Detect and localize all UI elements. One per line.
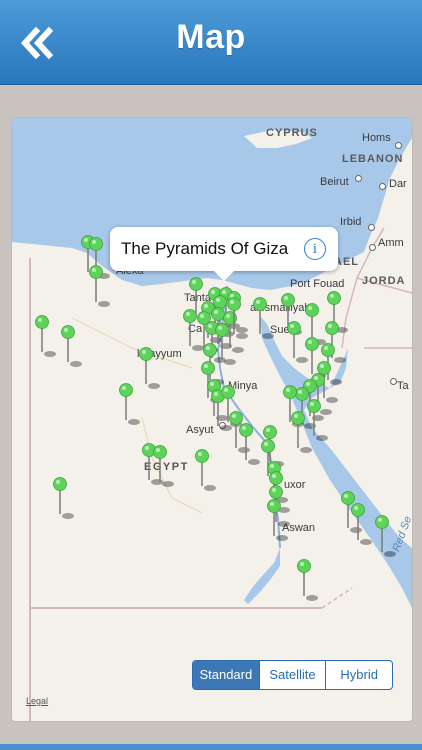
map-type-segmented-control[interactable]: Standard Satellite Hybrid (192, 660, 393, 690)
segment-hybrid[interactable]: Hybrid (325, 661, 392, 689)
map-pin[interactable] (89, 265, 111, 308)
map-pin[interactable] (351, 503, 373, 546)
map-pin[interactable] (267, 499, 289, 542)
map-pin[interactable] (253, 297, 275, 340)
map-pin[interactable] (375, 515, 397, 558)
map-pin[interactable] (195, 449, 217, 492)
map-pin[interactable] (119, 383, 141, 426)
map-pins[interactable] (12, 118, 412, 721)
legal-link[interactable]: Legal (26, 696, 48, 706)
page-title: Map (176, 18, 246, 56)
callout-title: The Pyramids Of Giza (121, 239, 289, 258)
map-pin[interactable] (287, 321, 309, 364)
map-pin[interactable] (291, 411, 313, 454)
annotation-callout[interactable]: The Pyramids Of Giza i (110, 227, 338, 281)
map-pin[interactable] (297, 559, 319, 602)
map-pin[interactable] (239, 423, 261, 466)
map-view[interactable]: CYPRUS Homs LEBANON Beirut Dar Irbid Amm… (11, 117, 413, 722)
bottom-bar (0, 744, 422, 750)
info-icon[interactable]: i (304, 238, 326, 260)
map-pin[interactable] (61, 325, 83, 368)
map-pin[interactable] (53, 477, 75, 520)
segment-standard[interactable]: Standard (193, 661, 259, 689)
navigation-bar: Map (0, 0, 422, 85)
map-pin[interactable] (139, 347, 161, 390)
segment-satellite[interactable]: Satellite (258, 661, 326, 689)
map-pin[interactable] (35, 315, 57, 358)
